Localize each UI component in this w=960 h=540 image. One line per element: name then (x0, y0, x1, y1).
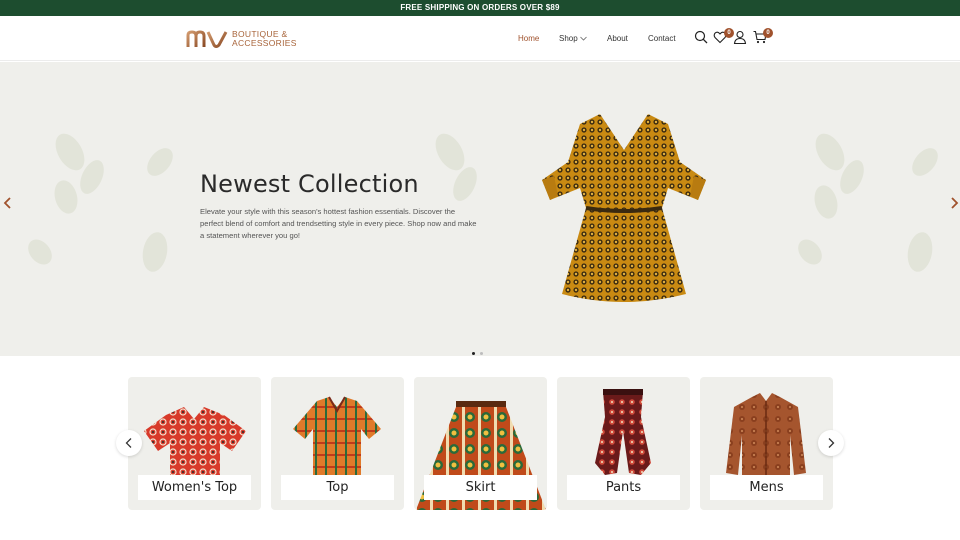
category-carousel: Women's Top Top Skirt Pants Mens (0, 356, 960, 540)
user-icon[interactable] (733, 30, 747, 44)
leaf-pattern-icon (54, 133, 104, 214)
chevron-left-icon (125, 438, 132, 448)
announcement-bar: FREE SHIPPING ON ORDERS OVER $89 (0, 0, 960, 16)
nav-about[interactable]: About (607, 34, 628, 43)
category-card-womens-top[interactable]: Women's Top (128, 377, 261, 510)
category-label: Mens (710, 475, 823, 500)
site-header: BOUTIQUE & ACCESSORIES Home Shop About C… (0, 16, 960, 61)
category-next-button[interactable] (818, 430, 844, 456)
category-prev-button[interactable] (116, 430, 142, 456)
hero-title: Newest Collection (200, 170, 419, 198)
nav-contact[interactable]: Contact (648, 34, 676, 43)
leaf-pattern-icon (912, 148, 938, 176)
nav-shop-label: Shop (559, 34, 578, 43)
category-label: Pants (567, 475, 680, 500)
hero-description: Elevate your style with this season's ho… (200, 207, 477, 240)
leaf-pattern-icon (798, 239, 822, 265)
leaf-pattern-icon (147, 148, 173, 176)
hero-slider: Newest Collection Elevate your style wit… (0, 62, 960, 356)
leaf-pattern-icon (814, 133, 864, 219)
nav-shop[interactable]: Shop (559, 34, 587, 43)
leaf-pattern-icon (907, 232, 933, 272)
slider-dot-2[interactable] (480, 352, 483, 355)
nav-home[interactable]: Home (518, 34, 539, 43)
category-card-pants[interactable]: Pants (557, 377, 690, 510)
cart-count-badge: 0 (763, 28, 773, 38)
slider-next-arrow-icon[interactable] (948, 196, 960, 210)
category-card-skirt[interactable]: Skirt (414, 377, 547, 510)
dress-product-image (542, 114, 706, 302)
category-card-top[interactable]: Top (271, 377, 404, 510)
leaf-pattern-icon (28, 239, 52, 265)
slider-prev-arrow-icon[interactable] (2, 196, 14, 210)
category-label: Women's Top (138, 475, 251, 500)
chevron-right-icon (828, 438, 835, 448)
leaf-pattern-icon (142, 232, 168, 272)
main-nav: Home Shop About Contact (0, 34, 960, 46)
search-icon[interactable] (694, 30, 708, 44)
chevron-down-icon (579, 37, 587, 41)
slider-dot-1[interactable] (472, 352, 475, 355)
category-label: Top (281, 475, 394, 500)
category-card-mens[interactable]: Mens (700, 377, 833, 510)
category-label: Skirt (424, 475, 537, 500)
